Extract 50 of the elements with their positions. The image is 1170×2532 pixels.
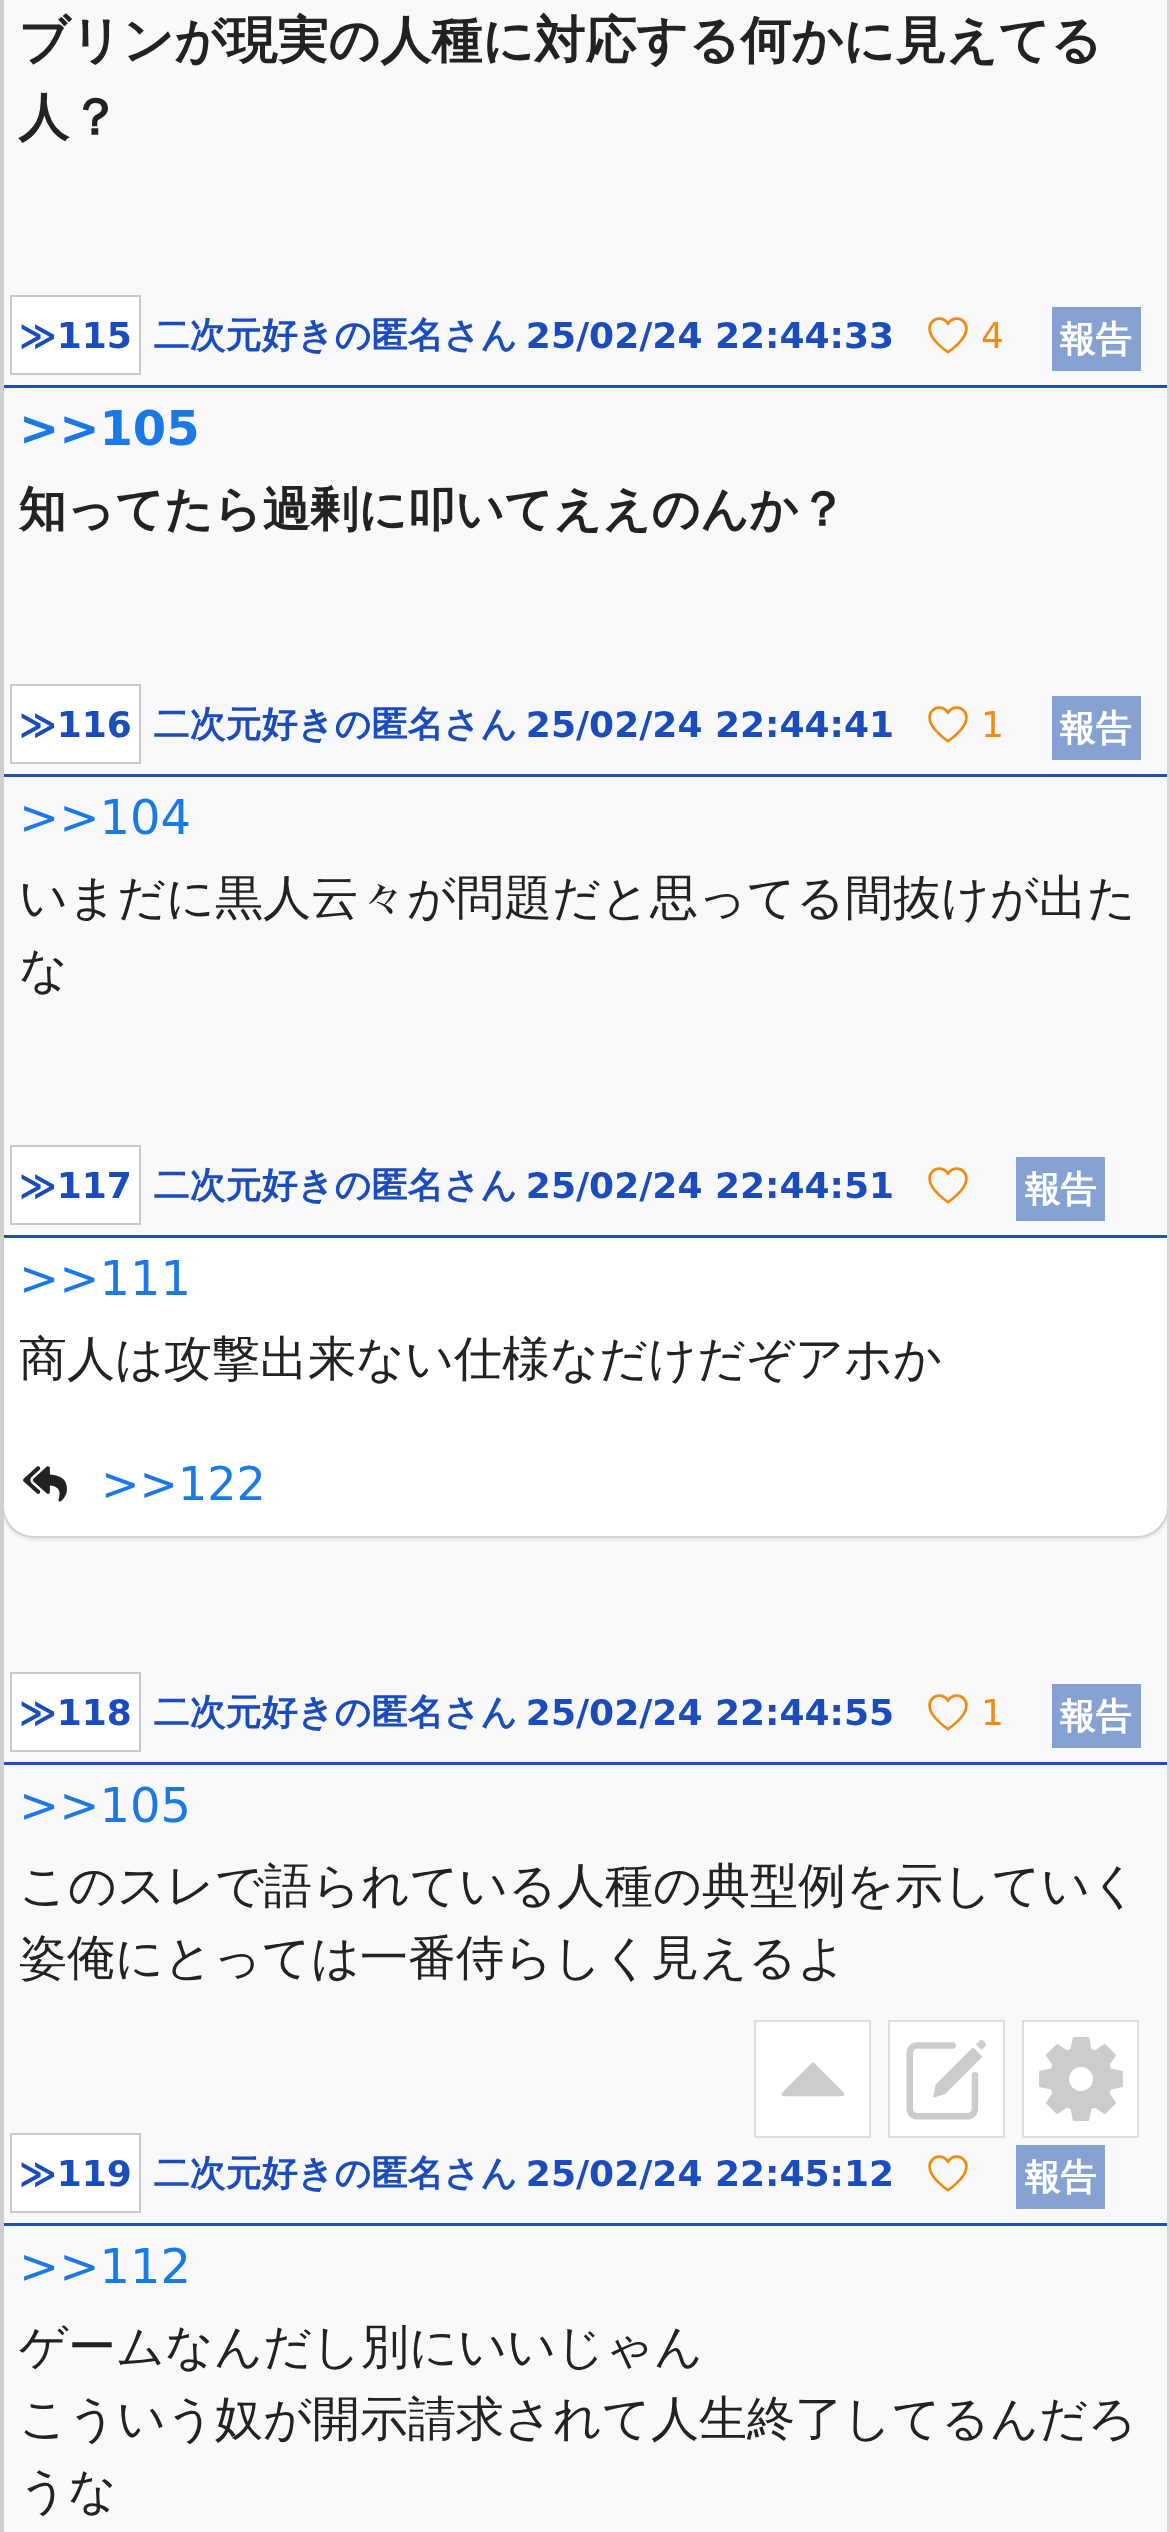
heart-icon xyxy=(928,2154,969,2192)
post-number-button[interactable]: ≫116 xyxy=(10,684,141,764)
post-date: 25/02/24 22:44:33 xyxy=(525,314,895,356)
post-text: 知ってたら過剰に叩いてええのんか？ xyxy=(19,479,848,538)
edit-icon xyxy=(905,2038,988,2120)
settings-button[interactable] xyxy=(1022,2020,1139,2138)
author-name: 二次元好きの匿名さん xyxy=(153,1689,518,1734)
post-number-button[interactable]: ≫119 xyxy=(10,2133,141,2213)
edit-button[interactable] xyxy=(888,2020,1005,2138)
like-button[interactable] xyxy=(928,2154,969,2192)
quote-link[interactable]: >>105 xyxy=(19,1777,192,1833)
like-button[interactable]: 1 xyxy=(928,703,1004,745)
post-date: 25/02/24 22:45:12 xyxy=(525,2152,895,2194)
post-date: 25/02/24 22:44:41 xyxy=(525,703,895,745)
report-button[interactable]: 報告 xyxy=(1051,307,1141,371)
settings-gear-icon xyxy=(1037,2036,1124,2122)
like-button[interactable]: 1 xyxy=(928,1691,1004,1733)
heart-icon xyxy=(928,316,969,354)
author-name: 二次元好きの匿名さん xyxy=(153,2150,518,2195)
quote-link[interactable]: >>104 xyxy=(19,789,192,845)
quote-link[interactable]: >>112 xyxy=(19,2238,192,2294)
post-text: いまだに黒人云々が問題だと思ってる間抜けが出たな xyxy=(19,868,1137,999)
post-date: 25/02/24 22:44:55 xyxy=(525,1691,895,1733)
scroll-top-button[interactable] xyxy=(754,2020,871,2138)
post-number-button[interactable]: ≫117 xyxy=(10,1145,141,1225)
post-date: 25/02/24 22:44:51 xyxy=(525,1164,895,1206)
heart-icon xyxy=(928,705,969,743)
report-button[interactable]: 報告 xyxy=(1051,696,1141,760)
post-text: 商人は攻撃出来ない仕様なだけだぞアホか xyxy=(19,1329,943,1388)
report-button[interactable]: 報告 xyxy=(1016,1157,1106,1221)
like-button[interactable]: 4 xyxy=(928,314,1004,356)
post-number-button[interactable]: ≫118 xyxy=(10,1672,141,1752)
reply-link[interactable]: >>122 xyxy=(101,1457,266,1511)
quote-link[interactable]: >>105 xyxy=(19,400,200,456)
post-text: こういう奴が開示請求されて人生終了してるんだろうな xyxy=(19,2389,1138,2520)
post-text: ゲームなんだし別にいいじゃん xyxy=(19,2317,704,2376)
heart-icon xyxy=(928,1166,969,1204)
heart-icon xyxy=(928,1693,969,1731)
author-name: 二次元好きの匿名さん xyxy=(153,312,518,357)
up-triangle-icon xyxy=(779,2059,846,2099)
report-button[interactable]: 報告 xyxy=(1016,2145,1106,2209)
post-number-button[interactable]: ≫115 xyxy=(10,295,141,375)
like-button[interactable] xyxy=(928,1166,969,1204)
quote-link[interactable]: >>111 xyxy=(19,1250,192,1306)
reply-all-icon xyxy=(23,1466,67,1502)
author-name: 二次元好きの匿名さん xyxy=(153,1162,518,1207)
author-name: 二次元好きの匿名さん xyxy=(153,701,518,746)
post-text: ブリンが現実の人種に対応する何かに見えてる人？ xyxy=(19,9,1104,148)
report-button[interactable]: 報告 xyxy=(1051,1684,1141,1748)
post-text: このスレで語られている人種の典型例を示していく姿俺にとっては一番侍らしく見えるよ xyxy=(19,1856,1140,1987)
